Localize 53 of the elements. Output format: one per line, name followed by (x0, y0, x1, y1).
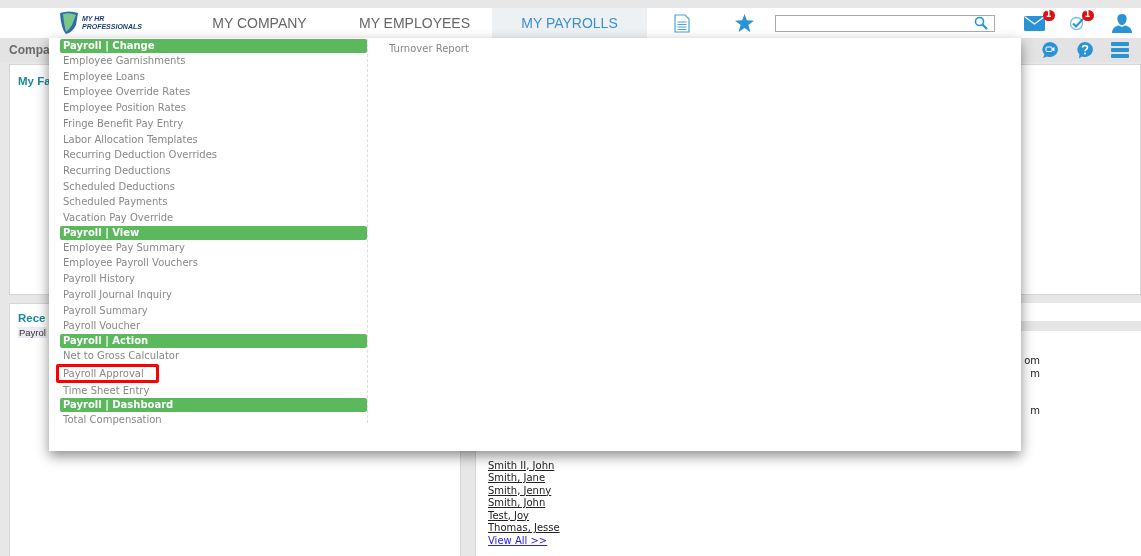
table-cell: om (1024, 355, 1040, 368)
section-title: Compa (9, 43, 50, 57)
document-icon[interactable] (674, 13, 690, 33)
star-icon[interactable] (734, 14, 754, 32)
user-icon[interactable] (1112, 13, 1132, 33)
menu-item[interactable]: Net to Gross Calculator (60, 347, 180, 364)
search-field[interactable] (775, 14, 995, 32)
menu-item[interactable]: Payroll History (60, 271, 135, 287)
menu-item[interactable]: Vacation Pay Override (60, 210, 174, 226)
panel-title: Rece (18, 312, 46, 324)
menu-item[interactable]: Scheduled Deductions (60, 178, 175, 195)
employee-link[interactable]: Smith, Jane (488, 472, 546, 485)
employee-link[interactable]: Smith, Jenny (488, 484, 552, 497)
chat-icon[interactable] (1041, 41, 1059, 59)
table-cell: m (1030, 405, 1040, 418)
menu-section-header: Payroll | View (60, 225, 367, 240)
employee-link[interactable]: Smith II, John (488, 459, 555, 472)
menu-item[interactable]: Total Compensation (60, 412, 162, 429)
notification-badge: 1 (1042, 9, 1055, 21)
recent-tag[interactable]: Payrol (18, 327, 47, 338)
menu-item[interactable]: Employee Garnishments (60, 53, 186, 69)
menu-item[interactable]: Scheduled Payments (60, 194, 168, 211)
menu-item[interactable]: Time Sheet Entry (60, 382, 150, 399)
employee-link[interactable]: Test, Joy (488, 509, 530, 522)
employee-link[interactable]: Thomas, Jesse (488, 522, 560, 535)
menu-section-header: Payroll | Change (60, 39, 367, 53)
menu-item[interactable]: Payroll Summary (60, 302, 148, 319)
table-cell: m (1030, 367, 1040, 380)
menu-item[interactable]: Fringe Benefit Pay Entry (60, 115, 184, 132)
employee-link[interactable]: Smith, John (488, 497, 546, 510)
menu-item[interactable]: Payroll Voucher (60, 318, 140, 334)
nav-tab[interactable]: MY PAYROLLS (492, 8, 647, 38)
view-all-link[interactable]: View All >> (488, 534, 548, 547)
menu-item[interactable]: Payroll Journal Inquiry (60, 286, 172, 303)
menu-item[interactable]: Labor Allocation Templates (60, 131, 198, 148)
menu-item[interactable]: Employee Pay Summary (60, 239, 185, 256)
list-icon[interactable] (1111, 42, 1129, 58)
menu-item[interactable]: Employee Loans (60, 68, 145, 85)
search-icon[interactable] (974, 16, 988, 30)
menu-item[interactable]: Turnover Report (386, 41, 469, 57)
menu-section-header: Payroll | Action (60, 333, 367, 348)
help-icon[interactable] (1076, 41, 1094, 59)
notification-badge: 1 (1081, 9, 1094, 21)
shield-logo-icon (58, 11, 80, 35)
menu-item[interactable]: Recurring Deduction Overrides (60, 147, 218, 163)
menu-item[interactable]: Employee Position Rates (60, 100, 186, 116)
menu-item[interactable]: Employee Override Rates (60, 84, 191, 101)
menu-item[interactable]: Employee Payroll Vouchers (60, 255, 198, 272)
menu-item[interactable]: Payroll Approval (56, 363, 159, 383)
menu-section-header: Payroll | Dashboard (60, 398, 367, 413)
mail-icon[interactable] (1023, 15, 1045, 31)
check-circle-icon[interactable] (1068, 15, 1084, 31)
menu-item[interactable]: Recurring Deductions (60, 162, 171, 179)
